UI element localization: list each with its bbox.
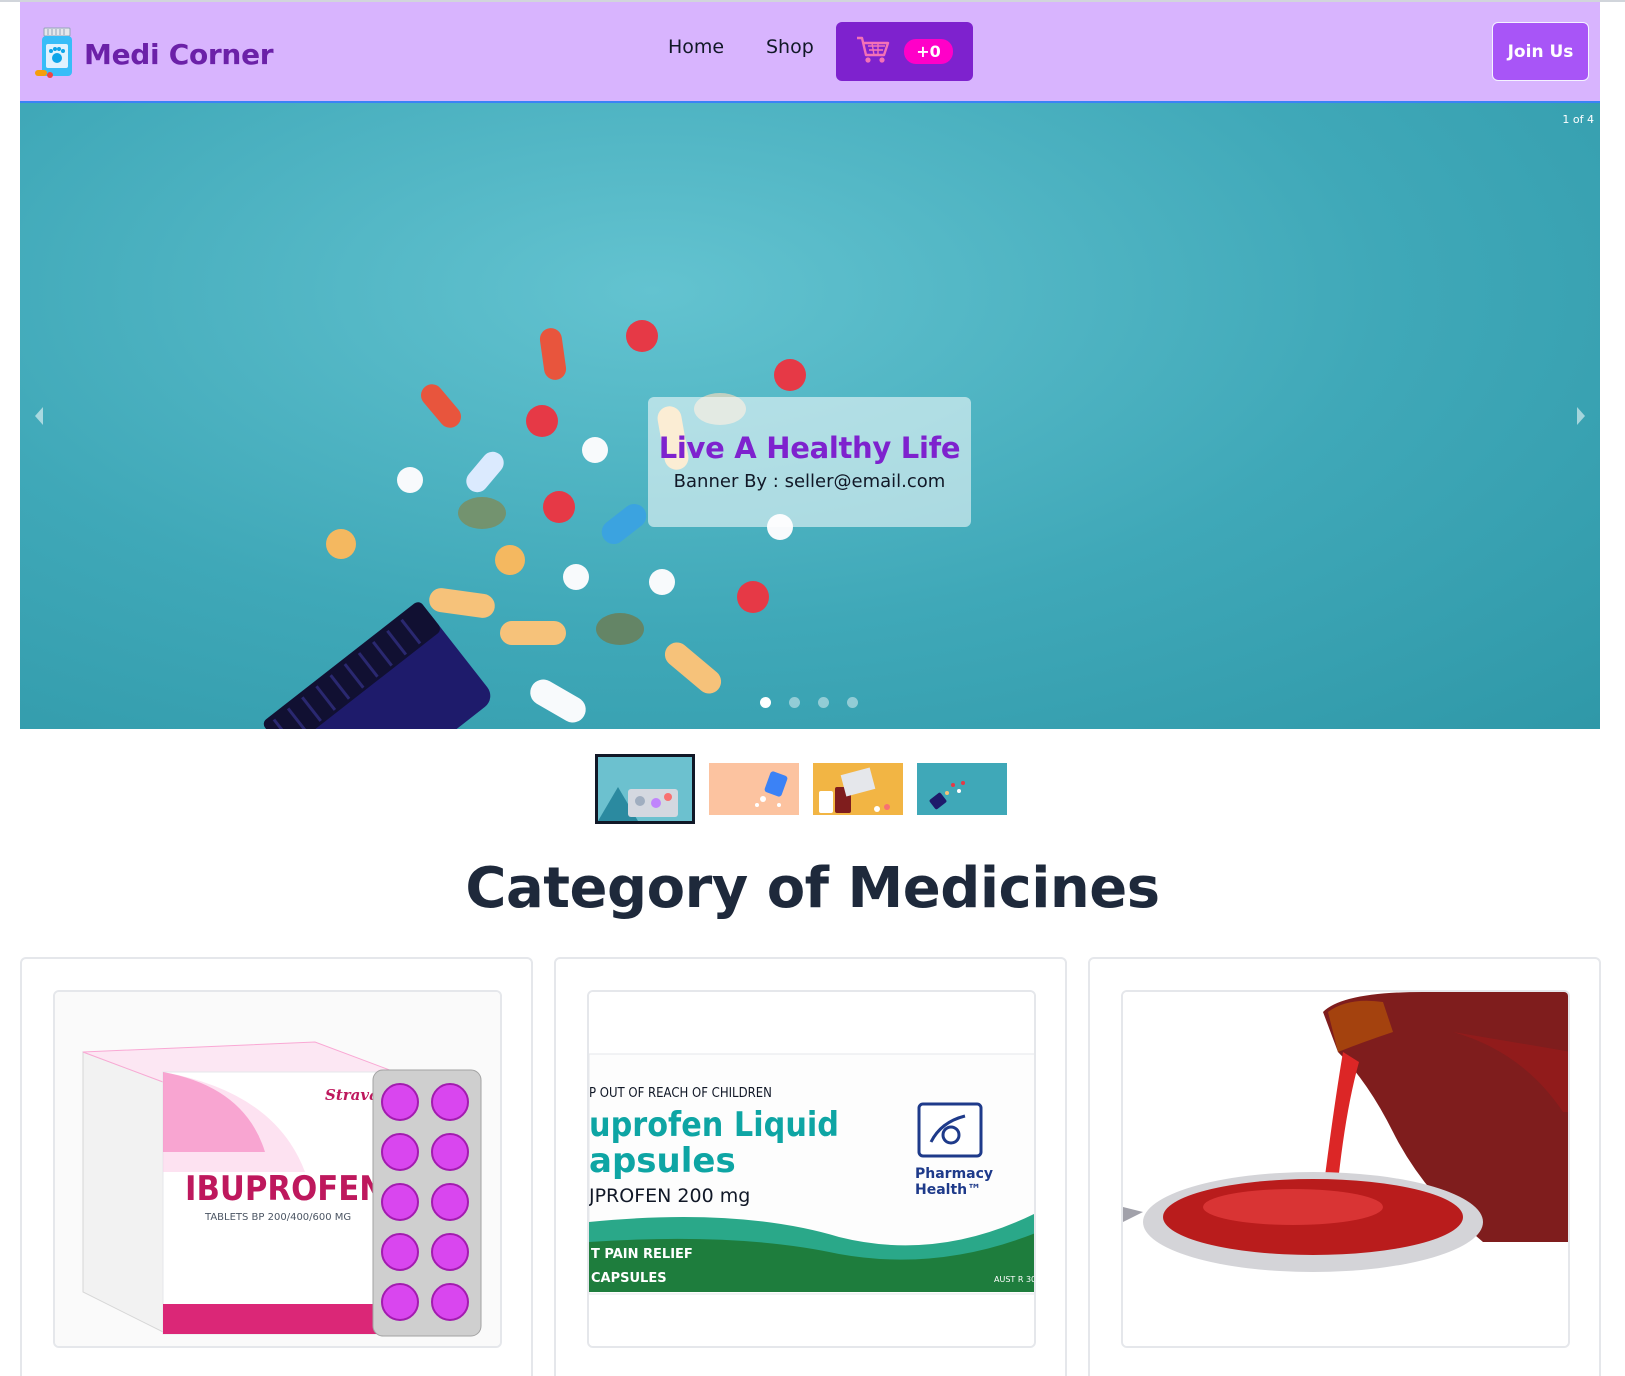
carousel-dot[interactable] <box>789 697 800 708</box>
card-code: AUST R 30 <box>994 1275 1036 1284</box>
category-image-syrup <box>1121 990 1570 1348</box>
slide-counter: 1 of 4 <box>1562 113 1594 126</box>
carousel-thumbnails <box>595 754 1007 824</box>
carousel-next-arrow-icon[interactable] <box>1574 405 1588 427</box>
card-product: IBUPROFEN <box>185 1169 385 1209</box>
navbar: Medi Corner Home Shop +0 Join Us <box>20 2 1600 103</box>
brand[interactable]: Medi Corner <box>34 24 274 84</box>
cart-icon <box>856 35 890 69</box>
thumbnail-slide-4[interactable] <box>917 763 1007 815</box>
thumbnail-slide-2[interactable] <box>709 763 799 815</box>
category-card[interactable]: Strava IBUPROFEN TABLETS BP 200/400/600 … <box>20 957 533 1376</box>
thumbnail-slide-3[interactable] <box>813 763 903 815</box>
banner-caption: Live A Healthy Life Banner By : seller@e… <box>648 397 971 527</box>
card-pack: 10x10 TABLETS <box>187 1291 242 1299</box>
page: Medi Corner Home Shop +0 Join Us 1 of 4 … <box>0 0 1625 1376</box>
cart-count-badge: +0 <box>904 39 953 64</box>
carousel-dot[interactable] <box>847 697 858 708</box>
carousel-dot[interactable] <box>818 697 829 708</box>
card-subtitle: TABLETS BP 200/400/600 MG <box>204 1212 351 1223</box>
carousel-dots <box>760 697 858 708</box>
nav-link-home[interactable]: Home <box>668 36 724 58</box>
card-relief: T PAIN RELIEF <box>591 1247 693 1262</box>
card-line1: uprofen Liquid <box>589 1105 839 1145</box>
nav-link-shop[interactable]: Shop <box>766 36 814 58</box>
banner-carousel: 1 of 4 Live A Healthy Life Banner By : s… <box>20 103 1600 729</box>
category-card[interactable] <box>1088 957 1601 1376</box>
category-card[interactable]: P OUT OF REACH OF CHILDREN uprofen Liqui… <box>554 957 1067 1376</box>
thumbnail-slide-1[interactable] <box>595 754 695 824</box>
carousel-dot[interactable] <box>760 697 771 708</box>
card-dose: JPROFEN 200 mg <box>589 1185 750 1207</box>
card-warning: P OUT OF REACH OF CHILDREN <box>589 1086 772 1101</box>
category-image-ibuprofen-tablets: Strava IBUPROFEN TABLETS BP 200/400/600 … <box>53 990 502 1348</box>
brand-name: Medi Corner <box>84 37 274 71</box>
card-brand: Strava <box>325 1086 379 1104</box>
banner-title: Live A Healthy Life <box>658 431 961 465</box>
card-caps: CAPSULES <box>591 1271 667 1286</box>
join-us-button[interactable]: Join Us <box>1492 22 1589 81</box>
card-line2: apsules <box>589 1141 736 1181</box>
banner-subtitle: Banner By : seller@email.com <box>673 471 946 492</box>
carousel-prev-arrow-icon[interactable] <box>32 405 46 427</box>
category-image-ibuprofen-liquid-capsules: P OUT OF REACH OF CHILDREN uprofen Liqui… <box>587 990 1036 1348</box>
card-maker-1: Pharmacy <box>915 1166 993 1182</box>
cart-button[interactable]: +0 <box>836 22 973 81</box>
category-section-title: Category of Medicines <box>465 856 1160 921</box>
card-maker-2: Health™ <box>915 1182 981 1198</box>
pill-bottle-logo-icon <box>34 26 80 82</box>
